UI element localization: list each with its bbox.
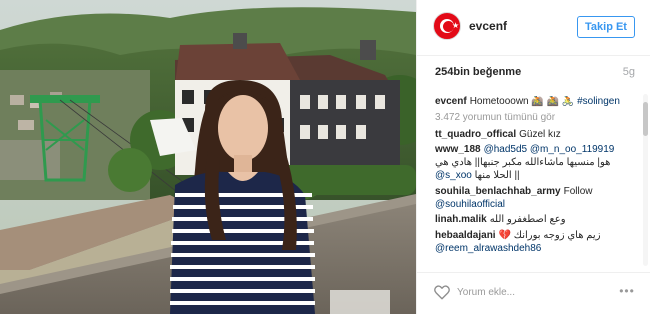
post-time[interactable]: 5g [623, 66, 635, 78]
comment-text: Follow [563, 185, 593, 197]
comment-item: souhila_benlachhab_army Follow @souhilaof… [435, 186, 635, 212]
caption: evcenf Hometooown 🚵 🚵 🚴 #solingen [435, 96, 635, 109]
comment-mention[interactable]: @s_xoo [435, 170, 472, 181]
comment-username[interactable]: hebaaldajani [435, 230, 496, 241]
comment-item: tt_quadro_offical Güzel kız [435, 129, 635, 142]
comment-text: هو| منسيها ماشاءالله مكبر جنبها|| هادي ه… [435, 157, 611, 169]
caption-username[interactable]: evcenf [435, 96, 467, 107]
comment-item: hebaaldajani زيم هاي زوجه بورانك 💔 @reem_… [435, 230, 635, 256]
avatar[interactable]: ★ [433, 12, 461, 40]
comment-username[interactable]: linah.malik [435, 214, 487, 225]
more-options-icon[interactable]: ••• [617, 282, 637, 300]
likes-row: 254bin beğenme 5g [417, 66, 650, 82]
comment-text-2: || الحلا منها [474, 169, 520, 181]
heart-outline-icon[interactable] [433, 283, 451, 301]
flag-star-icon: ★ [452, 21, 460, 30]
caption-text: Hometooown 🚵 🚵 🚴 [469, 96, 578, 107]
photo-scene [0, 0, 416, 314]
follow-button[interactable]: Takip Et [577, 16, 635, 38]
view-all-comments-link[interactable]: 3.472 yorumun tümünü gör [435, 112, 635, 125]
scrollbar-thumb[interactable] [643, 102, 648, 136]
post-header: ★ evcenf Takip Et [417, 0, 650, 56]
post-username[interactable]: evcenf [469, 19, 507, 33]
comment-username[interactable]: souhila_benlachhab_army [435, 186, 561, 197]
comment-username[interactable]: tt_quadro_offical [435, 129, 516, 140]
post-side-panel: ★ evcenf Takip Et 254bin beğenme 5g evce… [416, 0, 650, 314]
comment-username[interactable]: www_188 [435, 144, 481, 155]
comments-scrollbar[interactable] [643, 94, 648, 266]
comment-text: زيم هاي زوجه بورانك 💔 [498, 230, 601, 242]
comment-item: www_188 @had5d5 @m_n_oo_119919 هو| منسيها… [435, 144, 635, 182]
comment-mention[interactable]: @souhilaofficial [435, 199, 505, 210]
comment-mention[interactable]: @reem_alrawashdeh86 [435, 243, 541, 254]
comment-text: Güzel kız [519, 128, 561, 140]
comment-item: linah.malik وعع اصطغفرو الله [435, 214, 635, 227]
comment-mentions[interactable]: @had5d5 @m_n_oo_119919 [484, 144, 615, 155]
comments-list[interactable]: evcenf Hometooown 🚵 🚵 🚴 #solingen 3.472 y… [435, 96, 635, 268]
likes-count[interactable]: 254bin beğenme [435, 66, 521, 78]
comment-text: وعع اصطغفرو الله [489, 214, 566, 226]
post-photo[interactable] [0, 0, 416, 314]
comment-footer: ••• [417, 272, 650, 314]
comment-input[interactable] [457, 282, 607, 302]
caption-hashtag[interactable]: #solingen [577, 96, 620, 107]
